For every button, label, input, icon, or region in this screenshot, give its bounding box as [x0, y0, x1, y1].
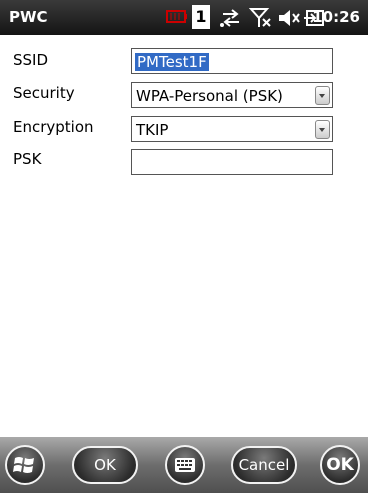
- notification-count: 1: [195, 7, 207, 26]
- ok-confirm-button[interactable]: OK: [320, 445, 360, 485]
- ok-button-label: OK: [94, 456, 116, 474]
- status-bar: PWC 1 10:26: [0, 0, 368, 35]
- notification-count-icon[interactable]: 1: [192, 5, 210, 29]
- volume-mute-icon[interactable]: [277, 8, 301, 32]
- keyboard-icon: [175, 458, 195, 472]
- keyboard-button[interactable]: [165, 445, 205, 485]
- ok-confirm-label: OK: [326, 455, 354, 475]
- encryption-value: TKIP: [136, 121, 169, 139]
- app-title: PWC: [9, 8, 48, 26]
- security-label: Security: [13, 84, 75, 102]
- battery-icon[interactable]: [166, 9, 188, 29]
- no-signal-icon[interactable]: [248, 7, 273, 33]
- ssid-value: PMTest1F: [135, 53, 209, 71]
- encryption-select[interactable]: TKIP: [131, 116, 333, 142]
- cancel-button[interactable]: Cancel: [231, 446, 297, 484]
- softkey-bar: OK Cancel OK: [0, 437, 368, 493]
- chevron-down-icon[interactable]: [315, 86, 330, 105]
- cancel-button-label: Cancel: [238, 456, 290, 474]
- security-select[interactable]: WPA-Personal (PSK): [131, 82, 333, 108]
- ok-button[interactable]: OK: [72, 446, 138, 484]
- security-value: WPA-Personal (PSK): [136, 87, 283, 105]
- connectivity-icon[interactable]: [219, 8, 243, 32]
- windows-logo-icon: [13, 457, 34, 473]
- psk-label: PSK: [13, 150, 42, 168]
- ssid-field[interactable]: PMTest1F: [131, 48, 333, 74]
- psk-field[interactable]: [131, 149, 333, 175]
- ssid-label: SSID: [13, 51, 49, 69]
- encryption-label: Encryption: [13, 118, 94, 136]
- clock-time[interactable]: 10:26: [312, 8, 360, 26]
- chevron-down-icon[interactable]: [315, 120, 330, 139]
- start-button[interactable]: [5, 445, 45, 485]
